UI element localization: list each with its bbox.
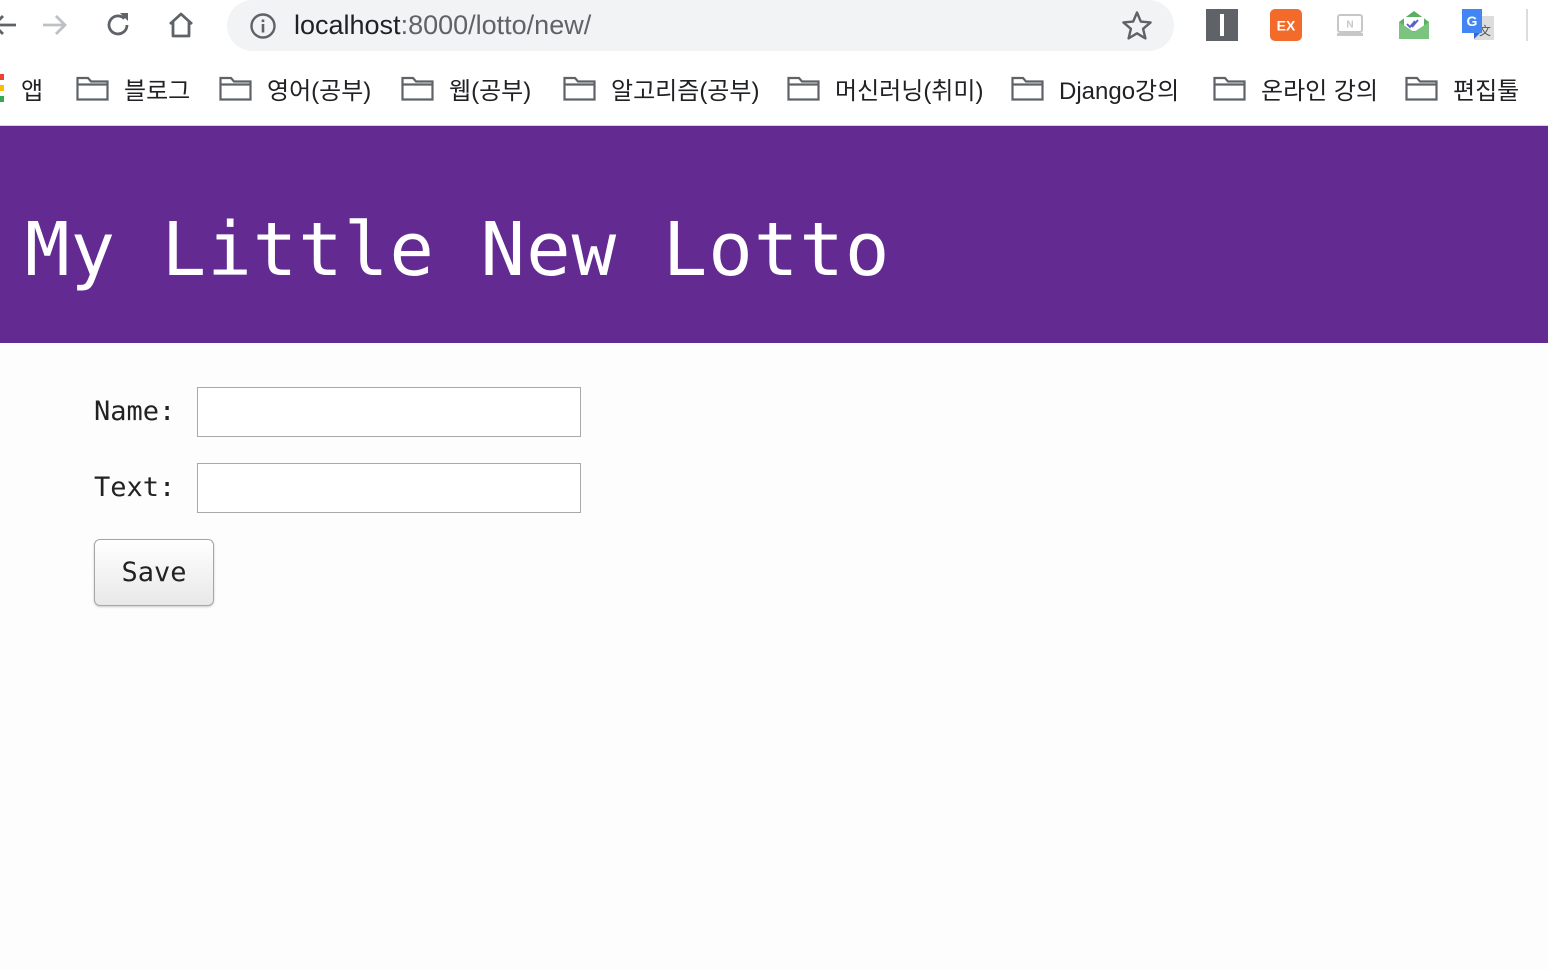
bookmark-folder-english[interactable]: 영어(공부) <box>219 71 371 105</box>
apps-icon[interactable] <box>0 74 6 102</box>
bookmark-folder-web[interactable]: 웹(공부) <box>401 71 531 105</box>
bookmark-folder-blog[interactable]: 블로그 <box>76 71 190 105</box>
bookmark-label: 알고리즘(공부) <box>611 77 760 105</box>
name-input[interactable] <box>197 387 581 437</box>
forward-arrow-icon <box>43 15 67 35</box>
n-extension-icon[interactable]: N <box>1332 7 1368 43</box>
url-path: :8000/lotto/new/ <box>400 10 592 40</box>
save-button[interactable]: Save <box>94 539 214 606</box>
address-bar[interactable]: localhost:8000/lotto/new/ <box>227 0 1174 51</box>
reload-icon <box>107 13 129 36</box>
svg-text:N: N <box>1346 20 1353 31</box>
reload-button[interactable] <box>99 6 137 44</box>
folder-icon <box>1405 76 1438 101</box>
browser-toolbar: localhost:8000/lotto/new/ EX N 文 G <box>0 0 1548 52</box>
folder-icon <box>563 76 596 101</box>
folder-icon <box>219 76 252 101</box>
bookmark-label: Django강의 <box>1059 77 1180 105</box>
bookmark-folder-django[interactable]: Django강의 <box>1011 71 1179 105</box>
page-title: My Little New Lotto <box>25 207 891 293</box>
name-label: Name: <box>94 396 176 427</box>
bookmark-label: 편집툴 <box>1453 77 1520 105</box>
mail-check-extension-icon[interactable] <box>1396 7 1432 43</box>
bookmark-star-icon[interactable] <box>1120 9 1154 43</box>
folder-icon <box>1011 76 1044 101</box>
text-label: Text: <box>94 472 176 503</box>
ex-extension-icon[interactable]: EX <box>1268 7 1304 43</box>
bookmark-label: 블로그 <box>124 77 191 105</box>
info-icon[interactable] <box>249 12 277 40</box>
bookmark-label: 앱 <box>21 77 44 105</box>
instapaper-extension-icon[interactable] <box>1204 7 1240 43</box>
google-translate-extension-icon[interactable]: 文 G <box>1460 7 1496 43</box>
bookmark-folder-online-course[interactable]: 온라인 강의 <box>1213 71 1378 105</box>
url-host: localhost <box>294 10 401 40</box>
home-icon <box>169 12 193 38</box>
bookmarks-bar: 앱 블로그 영어(공부) 웹(공부) 알고리즘(공부) 머신러닝(취미) Dja… <box>0 52 1548 126</box>
svg-text:EX: EX <box>1277 18 1296 34</box>
bookmark-label: 머신러닝(취미) <box>835 77 984 105</box>
bookmark-folder-ml[interactable]: 머신러닝(취미) <box>787 71 983 105</box>
svg-text:G: G <box>1467 13 1478 29</box>
bookmark-label: 영어(공부) <box>267 77 372 105</box>
back-button[interactable] <box>0 6 24 44</box>
url-text[interactable]: localhost:8000/lotto/new/ <box>294 7 591 43</box>
toolbar-divider <box>1526 9 1528 41</box>
folder-icon <box>401 76 434 101</box>
bookmark-folder-algorithm[interactable]: 알고리즘(공부) <box>563 71 759 105</box>
text-input[interactable] <box>197 463 581 513</box>
bookmark-folder-editing-tools[interactable]: 편집툴 <box>1405 71 1519 105</box>
folder-icon <box>787 76 820 101</box>
bookmark-label: 웹(공부) <box>449 77 532 105</box>
forward-button[interactable] <box>35 6 73 44</box>
folder-icon <box>1213 76 1246 101</box>
back-arrow-icon <box>0 15 16 35</box>
page-content <box>0 343 1548 970</box>
bookmark-label: 온라인 강의 <box>1261 77 1379 105</box>
bookmark-apps[interactable]: 앱 <box>21 71 43 105</box>
home-button[interactable] <box>162 6 200 44</box>
folder-icon <box>76 76 109 101</box>
